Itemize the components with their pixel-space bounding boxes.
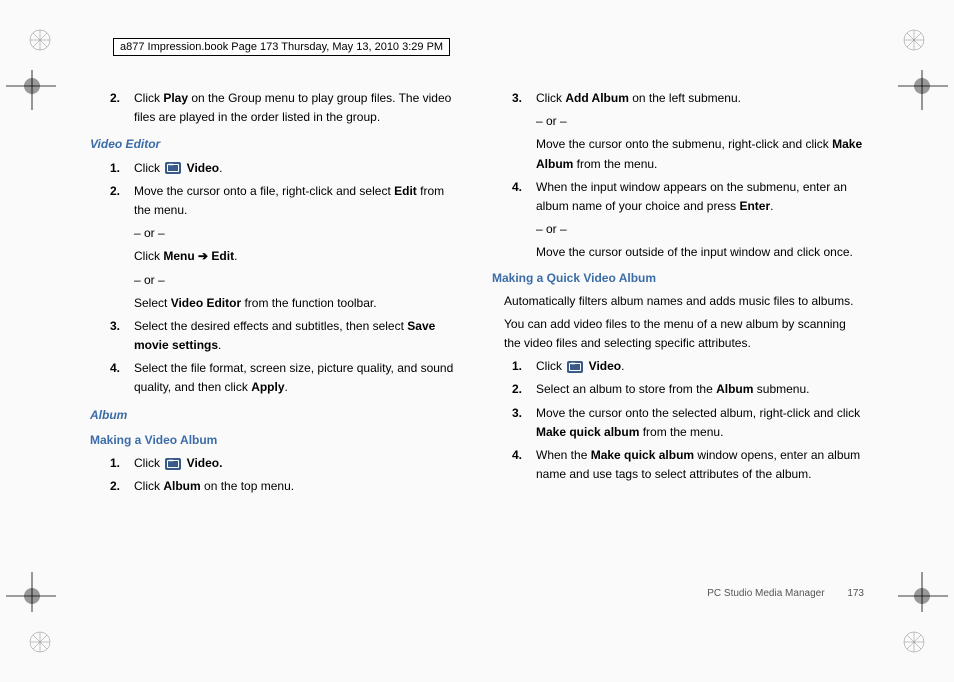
step-item: 3. Select the desired effects and subtit… [110, 317, 462, 355]
left-column: 2. Click Play on the Group menu to play … [90, 85, 462, 602]
registration-mark-icon [902, 630, 926, 654]
body-text: Automatically filters album names and ad… [504, 292, 864, 311]
step-number: 4. [110, 359, 134, 397]
step-text: Move the cursor onto a file, right-click… [134, 182, 462, 220]
step-number: 1. [110, 454, 134, 473]
step-number: 3. [110, 317, 134, 355]
step-alt: Select Video Editor from the function to… [134, 294, 462, 313]
crop-mark-icon [6, 70, 66, 120]
step-number: 2. [110, 477, 134, 496]
heading-quick-video-album: Making a Quick Video Album [492, 269, 864, 288]
page-number: 173 [847, 588, 864, 599]
page-header-info: a877 Impression.book Page 173 Thursday, … [113, 38, 450, 56]
heading-album: Album [90, 406, 462, 425]
step-text: Click Video. [134, 159, 462, 178]
step-item: 1. Click Video. [110, 454, 462, 473]
heading-making-video-album: Making a Video Album [90, 431, 462, 450]
step-number: 3. [512, 404, 536, 442]
video-icon [567, 361, 583, 373]
crop-mark-icon [888, 562, 948, 612]
registration-mark-icon [28, 630, 52, 654]
content-area: 2. Click Play on the Group menu to play … [90, 85, 864, 602]
step-number: 2. [110, 89, 134, 127]
video-icon [165, 458, 181, 470]
step-text: When the Make quick album window opens, … [536, 446, 864, 484]
section-name: PC Studio Media Manager [707, 588, 824, 599]
step-number: 2. [110, 182, 134, 220]
step-text: Click Add Album on the left submenu. [536, 89, 864, 108]
step-number: 4. [512, 446, 536, 484]
or-separator: – or – [536, 112, 864, 131]
registration-mark-icon [28, 28, 52, 52]
body-text: You can add video files to the menu of a… [504, 315, 864, 353]
or-separator: – or – [134, 271, 462, 290]
step-item: 4. When the input window appears on the … [512, 178, 864, 216]
crop-mark-icon [6, 562, 66, 612]
step-text: Move the cursor onto the selected album,… [536, 404, 864, 442]
step-alt: Move the cursor outside of the input win… [536, 243, 864, 262]
step-text: Click Video. [134, 454, 462, 473]
step-text: Click Play on the Group menu to play gro… [134, 89, 462, 127]
step-text: When the input window appears on the sub… [536, 178, 864, 216]
right-column: 3. Click Add Album on the left submenu. … [492, 85, 864, 602]
step-item: 3. Click Add Album on the left submenu. [512, 89, 864, 108]
step-item: 2. Click Play on the Group menu to play … [110, 89, 462, 127]
step-text: Click Album on the top menu. [134, 477, 462, 496]
video-icon [165, 162, 181, 174]
step-item: 3. Move the cursor onto the selected alb… [512, 404, 864, 442]
registration-mark-icon [902, 28, 926, 52]
step-text: Click Video. [536, 357, 864, 376]
step-item: 1. Click Video. [512, 357, 864, 376]
step-text: Select an album to store from the Album … [536, 380, 864, 399]
step-item: 4. When the Make quick album window open… [512, 446, 864, 484]
step-alt: Move the cursor onto the submenu, right-… [536, 135, 864, 173]
step-item: 2. Click Album on the top menu. [110, 477, 462, 496]
step-number: 1. [110, 159, 134, 178]
heading-video-editor: Video Editor [90, 135, 462, 154]
step-item: 2. Move the cursor onto a file, right-cl… [110, 182, 462, 220]
step-item: 1. Click Video. [110, 159, 462, 178]
step-text: Select the file format, screen size, pic… [134, 359, 462, 397]
step-number: 4. [512, 178, 536, 216]
step-text: Select the desired effects and subtitles… [134, 317, 462, 355]
step-item: 2. Select an album to store from the Alb… [512, 380, 864, 399]
step-number: 3. [512, 89, 536, 108]
or-separator: – or – [536, 220, 864, 239]
crop-mark-icon [888, 70, 948, 120]
step-number: 2. [512, 380, 536, 399]
or-separator: – or – [134, 224, 462, 243]
page-footer: PC Studio Media Manager 173 [707, 586, 864, 602]
step-number: 1. [512, 357, 536, 376]
step-alt: Click Menu ➔ Edit. [134, 247, 462, 266]
step-item: 4. Select the file format, screen size, … [110, 359, 462, 397]
